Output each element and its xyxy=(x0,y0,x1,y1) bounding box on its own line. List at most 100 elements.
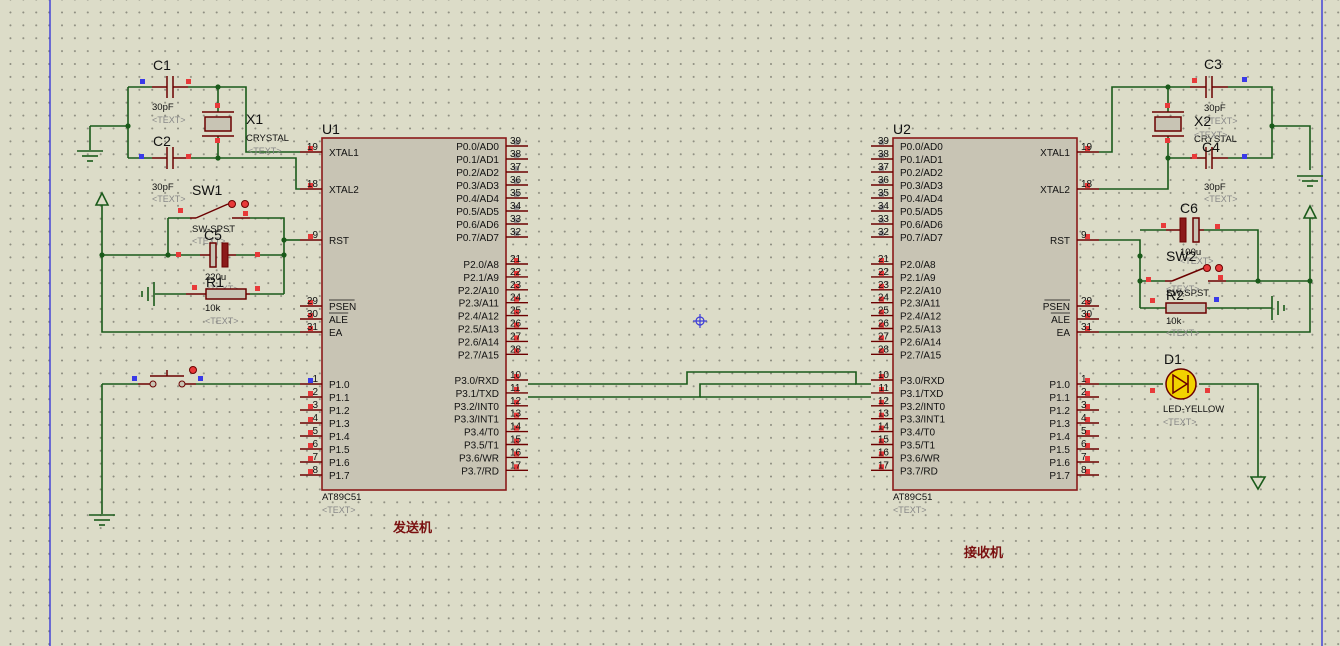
chip-u1[interactable]: U1 AT89C51 <TEXT> 19XTAL118XTAL29RST29PS… xyxy=(300,121,528,515)
u1-pin-num: 27 xyxy=(510,331,522,342)
chip-u2[interactable]: U2 AT89C51 <TEXT> 39P0.0/AD038P0.1/AD137… xyxy=(871,121,1099,515)
c2-ref: C2 xyxy=(153,133,171,149)
u1-pin-num: 18 xyxy=(307,179,319,190)
u1-pin-num: 6 xyxy=(312,439,318,450)
u1-pin-num: 8 xyxy=(312,465,318,476)
led-d1[interactable]: D1 LED-YELLOW <TEXT> xyxy=(1150,351,1224,427)
u1-pin-num: 28 xyxy=(510,344,522,355)
c6-ref: C6 xyxy=(1180,200,1198,216)
u1-pin-label: P0.4/AD4 xyxy=(456,194,499,205)
u1-pin-num: 31 xyxy=(307,322,319,333)
wire-led-gnd xyxy=(1199,383,1259,477)
u2-pin-num: 16 xyxy=(878,447,890,458)
u1-pin-num: 35 xyxy=(510,188,522,199)
note-sender: 发送机 xyxy=(392,520,432,535)
c2-text: <TEXT> xyxy=(152,194,186,204)
c4-value: 30pF xyxy=(1204,182,1226,193)
u2-pin-label: P1.0 xyxy=(1049,380,1070,391)
wire-u2-rst xyxy=(1099,239,1141,308)
u2-pin-label: P0.3/AD3 xyxy=(900,181,943,192)
ground-symbol-1 xyxy=(77,150,103,162)
u1-pin-label: XTAL1 xyxy=(329,148,359,159)
u2-pin-label: XTAL2 xyxy=(1040,185,1070,196)
ground-symbol-3 xyxy=(141,282,155,306)
u1-pin-label: P1.2 xyxy=(329,406,350,417)
u2-pin-num: 23 xyxy=(878,280,890,291)
u2-pin-num: 15 xyxy=(878,435,890,446)
switch-sw2[interactable]: SW2 SW-SPST <TEXT> xyxy=(1146,248,1226,299)
u2-pin-label: P2.2/A10 xyxy=(900,286,942,297)
u1-pin-num: 3 xyxy=(312,400,318,411)
u1-pin-num: 15 xyxy=(510,435,522,446)
u2-pin-label: P2.0/A8 xyxy=(900,260,936,271)
power-symbol-1 xyxy=(94,191,110,206)
u1-pin-label: P3.5/T1 xyxy=(464,441,499,452)
origin-crosshair-icon xyxy=(693,314,707,328)
r2-ref: R2 xyxy=(1166,287,1184,303)
u1-pin-label: P3.3/INT1 xyxy=(454,415,499,426)
ground-symbol-4 xyxy=(1297,175,1323,187)
capacitor-c1[interactable]: C1 30pF <TEXT> xyxy=(140,57,191,125)
u1-pin-label: P1.1 xyxy=(329,393,350,404)
u1-pin-num: 34 xyxy=(510,201,522,212)
capacitor-c2[interactable]: C2 30pF <TEXT> xyxy=(139,133,191,204)
d1-text: <TEXT> xyxy=(1163,417,1197,427)
u2-pin-num: 28 xyxy=(878,344,890,355)
u1-pin-label: P3.4/T0 xyxy=(464,428,499,439)
u2-pin-num: 24 xyxy=(878,293,890,304)
wire-txd-cross xyxy=(528,383,856,398)
u1-pin-num: 19 xyxy=(307,142,319,153)
chip-u1-text: <TEXT> xyxy=(322,505,356,515)
x1-text: <TEXT> xyxy=(248,146,282,156)
u2-pin-num: 19 xyxy=(1081,142,1093,153)
u2-pin-label: P3.5/T1 xyxy=(900,441,935,452)
schematic-canvas[interactable]: U1 AT89C51 <TEXT> 19XTAL118XTAL29RST29PS… xyxy=(0,0,1340,646)
r1-value: 10k xyxy=(205,303,221,314)
u2-pin-label: P0.6/AD6 xyxy=(900,220,943,231)
sw2-ref: SW2 xyxy=(1166,248,1197,264)
u1-pin-num: 22 xyxy=(510,267,522,278)
u2-pin-label: P1.6 xyxy=(1049,458,1070,469)
u2-pin-num: 3 xyxy=(1081,400,1087,411)
u1-pin-label: P3.1/TXD xyxy=(456,389,499,400)
u2-pin-num: 4 xyxy=(1081,413,1087,424)
u1-pin-num: 36 xyxy=(510,175,522,186)
u2-pin-label: P0.4/AD4 xyxy=(900,194,943,205)
u1-pin-label: P0.1/AD1 xyxy=(456,155,499,166)
u1-pin-label: P0.0/AD0 xyxy=(456,142,499,153)
chip-u2-ref: U2 xyxy=(893,121,911,137)
u1-pin-num: 25 xyxy=(510,306,522,317)
u1-pin-label: P3.0/RXD xyxy=(455,376,499,387)
chip-u2-text: <TEXT> xyxy=(893,505,927,515)
u1-pin-label: P2.2/A10 xyxy=(458,286,500,297)
u2-pin-label: P3.7/RD xyxy=(900,466,938,477)
u1-pin-label: P2.7/A15 xyxy=(458,350,500,361)
u2-pin-label: P2.3/A11 xyxy=(900,299,941,310)
c3-ref: C3 xyxy=(1204,56,1222,72)
u1-pin-label: P1.7 xyxy=(329,471,350,482)
u1-pin-label: P1.5 xyxy=(329,445,350,456)
u1-pin-num: 4 xyxy=(312,413,318,424)
u2-pin-num: 10 xyxy=(878,370,890,381)
c2-value: 30pF xyxy=(152,182,174,193)
u1-pin-num: 11 xyxy=(510,383,521,394)
u1-pin-num: 33 xyxy=(510,214,522,225)
u2-pin-label: P1.1 xyxy=(1049,393,1070,404)
u1-pin-label: P0.6/AD6 xyxy=(456,220,499,231)
capacitor-c4[interactable]: C4 30pF <TEXT> xyxy=(1190,139,1247,204)
u1-pin-label: P1.6 xyxy=(329,458,350,469)
push-button[interactable] xyxy=(132,366,203,388)
u1-pin-label: P2.0/A8 xyxy=(463,260,499,271)
resistor-r1[interactable]: R1 10k <TEXT> xyxy=(186,274,260,326)
u2-pin-label: P1.7 xyxy=(1049,471,1070,482)
u2-pin-label: ALE xyxy=(1051,315,1070,326)
u1-pin-label: P0.2/AD2 xyxy=(456,168,499,179)
sw1-ref: SW1 xyxy=(192,182,223,198)
u1-pin-label: P0.7/AD7 xyxy=(456,233,499,244)
u2-pin-label: P3.0/RXD xyxy=(900,376,944,387)
u1-pin-num: 39 xyxy=(510,136,522,147)
u2-pin-num: 11 xyxy=(879,383,890,394)
wire-u2-xtal2 xyxy=(1099,157,1190,190)
ground-symbol-5 xyxy=(1271,296,1285,320)
u2-pin-label: P0.1/AD1 xyxy=(900,155,943,166)
